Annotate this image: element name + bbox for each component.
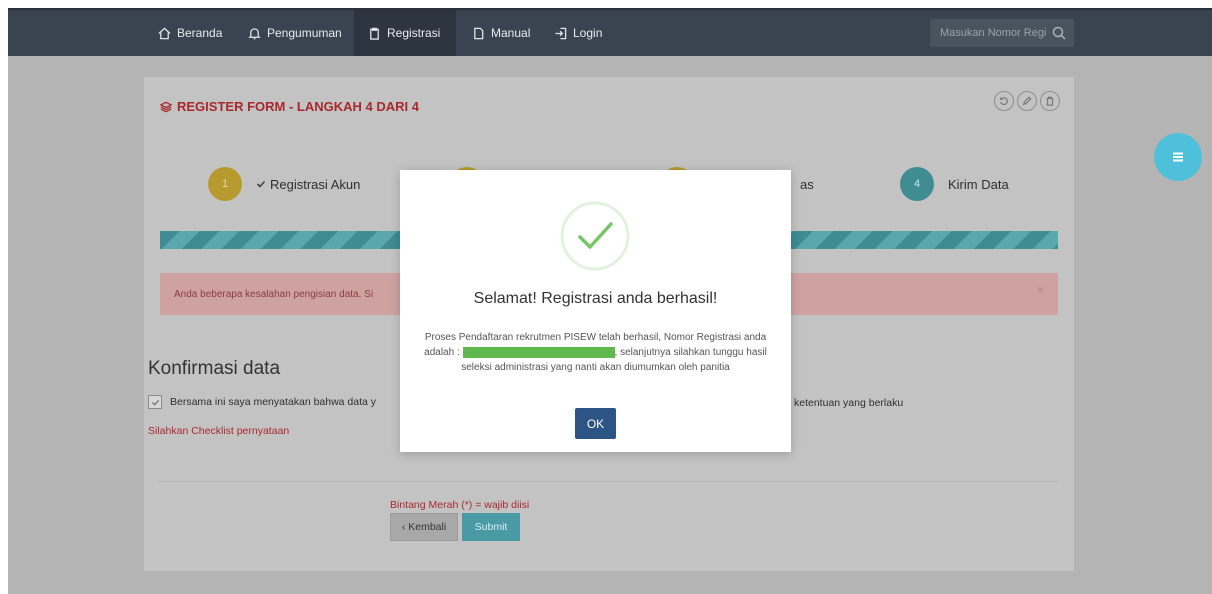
check-icon: [151, 399, 159, 406]
registration-number-redacted: [462, 346, 615, 358]
delete-button[interactable]: [1040, 91, 1060, 111]
clipboard-icon: [370, 27, 379, 40]
step-1-circle: 1: [208, 167, 242, 201]
registration-search: [930, 19, 1074, 47]
success-modal: Selamat! Registrasi anda berhasil! Prose…: [400, 170, 791, 452]
checkbox-error-text: Silahkan Checklist pernyataan: [148, 425, 290, 437]
konfirmasi-checkbox-row: Bersama ini saya menyatakan bahwa data y: [148, 395, 376, 409]
close-icon[interactable]: ×: [1037, 283, 1044, 297]
modal-message: Proses Pendaftaran rekrutmen PISEW telah…: [412, 330, 779, 375]
top-navbar: Beranda Pengumuman Registrasi Manual Log…: [8, 8, 1212, 56]
step-3-label: as: [800, 176, 814, 192]
search-icon[interactable]: [1052, 26, 1066, 40]
nav-registrasi[interactable]: Registrasi: [354, 10, 456, 56]
back-button[interactable]: ‹ Kembali: [390, 513, 458, 541]
required-note: Bintang Merah (*) = wajib diisi: [390, 499, 530, 511]
card-title-text: REGISTER FORM - LANGKAH 4 DARI 4: [177, 99, 419, 114]
form-divider: [158, 481, 1058, 482]
step-4-circle: 4: [900, 167, 934, 201]
nav-login-label: Login: [573, 26, 603, 40]
nav-registrasi-label: Registrasi: [387, 26, 441, 40]
check-icon: [256, 180, 266, 188]
menu-fab-button[interactable]: [1154, 133, 1202, 181]
nav-beranda[interactable]: Beranda: [158, 10, 222, 56]
layers-icon: [160, 101, 172, 112]
error-alert-text: Anda beberapa kesalahan pengisian data. …: [174, 288, 374, 300]
card-tools: [994, 91, 1060, 111]
konfirmasi-text-tail: ketentuan yang berlaku: [794, 397, 904, 409]
file-icon: [474, 27, 484, 39]
konfirmasi-checkbox[interactable]: [148, 395, 162, 409]
submit-button[interactable]: Submit: [462, 513, 520, 541]
step-1-label: Registrasi Akun: [270, 176, 361, 192]
nav-login[interactable]: Login: [554, 10, 602, 56]
nav-pengumuman[interactable]: Pengumuman: [248, 10, 342, 56]
nav-manual[interactable]: Manual: [472, 10, 530, 56]
nav-pengumuman-label: Pengumuman: [267, 26, 342, 40]
refresh-icon: [1000, 97, 1008, 106]
step-4: 4 Kirim Data: [900, 167, 1009, 201]
refresh-button[interactable]: [994, 91, 1014, 111]
step-1: 1 Registrasi Akun: [208, 167, 360, 201]
home-icon: [158, 27, 171, 39]
nav-manual-label: Manual: [491, 26, 531, 40]
bell-icon: [248, 27, 261, 39]
trash-icon: [1046, 96, 1054, 106]
edit-button[interactable]: [1017, 91, 1037, 111]
ok-button[interactable]: OK: [575, 408, 616, 439]
step-1-label-wrap: Registrasi Akun: [256, 177, 360, 192]
konfirmasi-text: Bersama ini saya menyatakan bahwa data y: [170, 396, 377, 408]
success-check-icon: [560, 201, 630, 271]
pencil-icon: [1022, 96, 1032, 106]
login-icon: [555, 27, 567, 39]
step-4-label: Kirim Data: [948, 176, 1009, 192]
search-input[interactable]: [940, 27, 1048, 39]
modal-title: Selamat! Registrasi anda berhasil!: [473, 290, 718, 307]
konfirmasi-heading: Konfirmasi data: [148, 358, 281, 379]
nav-beranda-label: Beranda: [177, 26, 223, 40]
card-title: REGISTER FORM - LANGKAH 4 DARI 4: [160, 99, 419, 114]
menu-icon: [1173, 152, 1183, 162]
